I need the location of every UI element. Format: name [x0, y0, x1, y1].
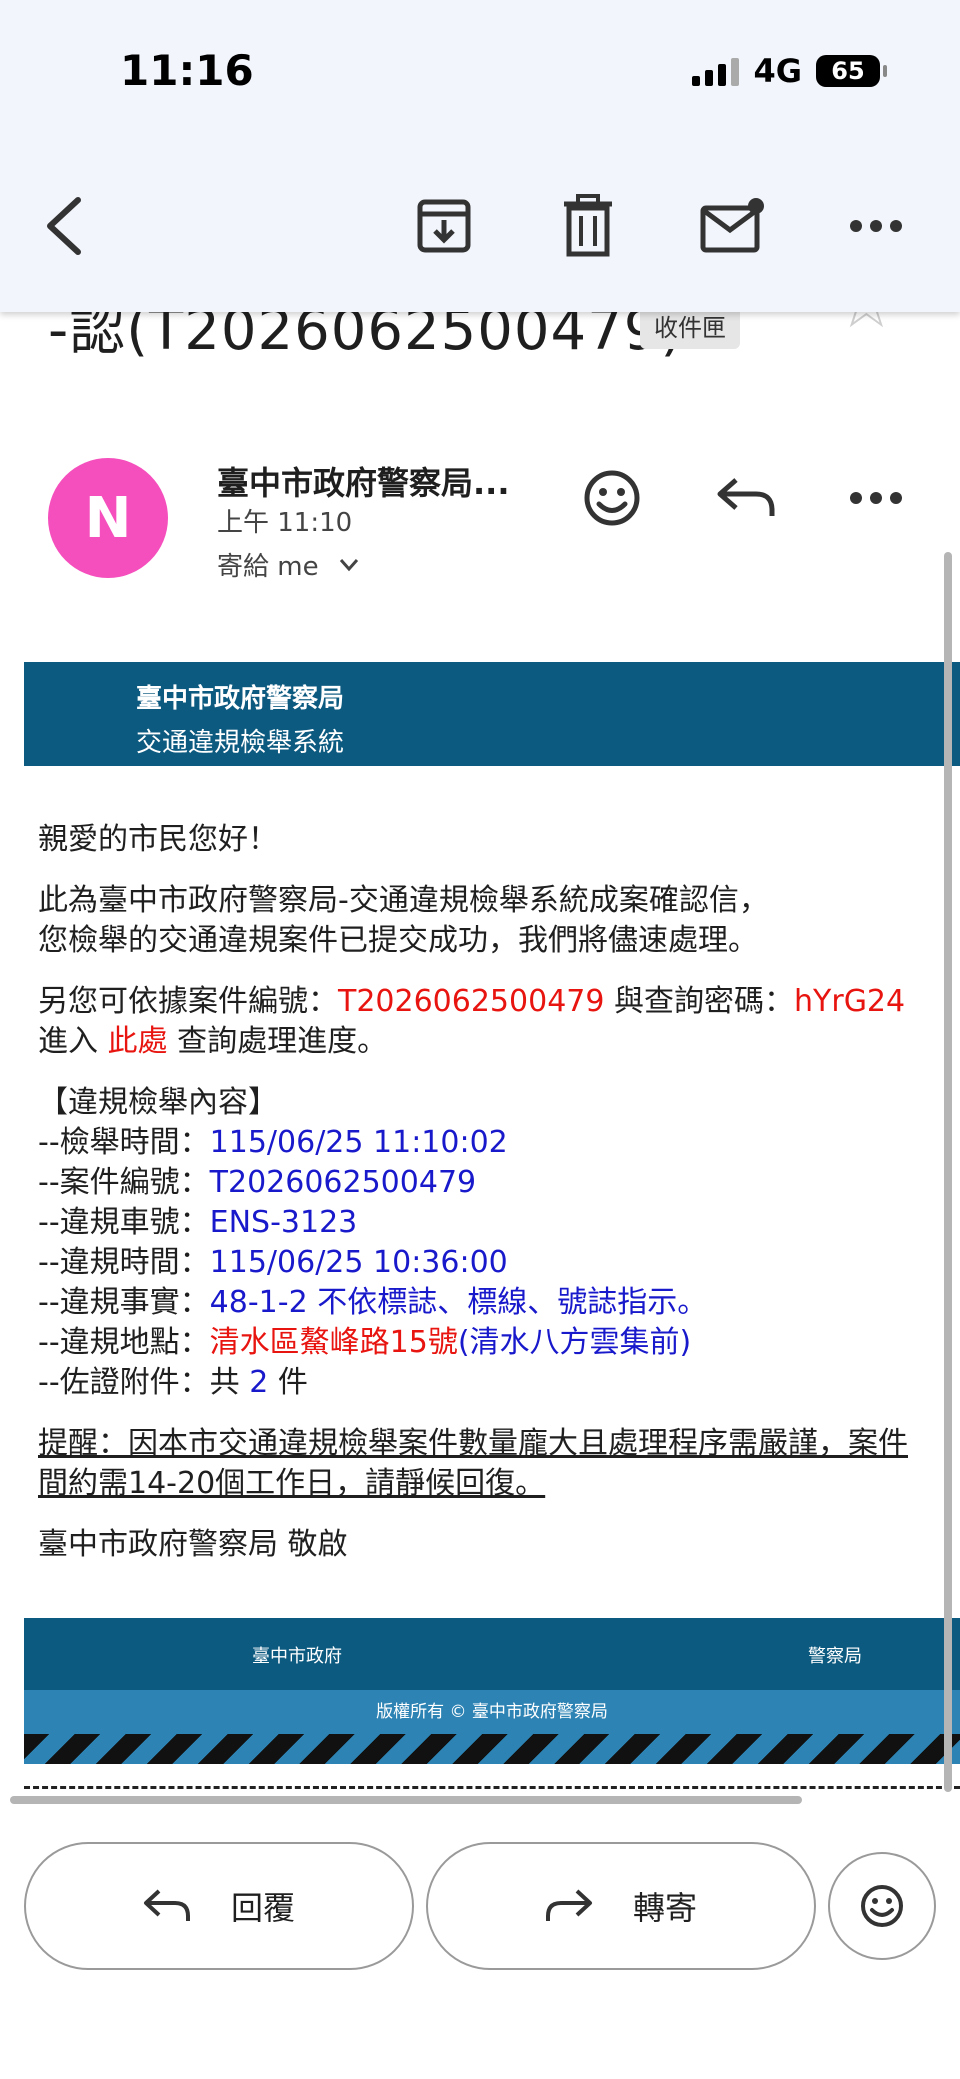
status-time: 11:16 [120, 46, 254, 95]
footer-right-link[interactable]: 警察局 [808, 1642, 862, 1668]
sender-avatar: N [48, 458, 168, 578]
dashed-divider [24, 1786, 960, 1789]
mail-footer: 臺中市政府 警察局 [24, 1618, 960, 1690]
violation-fact-value: 48-1-2 不依標誌、標線、號誌指示。 [209, 1285, 708, 1320]
reply-icon[interactable] [706, 458, 786, 538]
case-number-row: --案件編號：T2026062500479 [38, 1165, 477, 1200]
status-indicators: 4G 65 [692, 52, 887, 90]
violation-time-row: --違規時間：115/06/25 10:36:00 [38, 1245, 508, 1280]
network-type: 4G [753, 52, 802, 90]
message-more-icon[interactable] [836, 458, 916, 538]
location-row: --違規地點：清水區鰲峰路15號(清水八方雲集前) [38, 1325, 692, 1360]
recipient-toggle[interactable]: 寄給 me [217, 546, 359, 583]
reply-button[interactable]: 回覆 [24, 1842, 414, 1970]
plate-value: ENS-3123 [209, 1205, 358, 1240]
violation-time-value: 115/06/25 10:36:00 [209, 1245, 508, 1280]
battery-icon: 65 [816, 55, 887, 87]
intro-line-2: 您檢舉的交通違規案件已提交成功，我們將儘速處理。 [38, 923, 758, 958]
emoji-icon [861, 1885, 903, 1927]
reminder-line-1: 提醒：因本市交通違規檢舉案件數量龐大且處理程序需嚴謹，案件 [38, 1426, 908, 1461]
lookup-password: hYrG24 [794, 984, 906, 1019]
recipient-label: 寄給 me [217, 552, 319, 582]
case-number-value: T2026062500479 [209, 1165, 477, 1200]
footer-left-link[interactable]: 臺中市政府 [252, 1642, 342, 1668]
horizontal-scrollbar[interactable] [10, 1796, 802, 1804]
report-time-row: --檢舉時間：115/06/25 11:10:02 [38, 1125, 508, 1160]
back-arrow-icon[interactable] [30, 190, 102, 262]
more-icon[interactable] [840, 190, 912, 262]
intro-line-1: 此為臺中市政府警察局-交通違規檢舉系統成案確認信， [38, 883, 769, 918]
banner-org: 臺中市政府警察局 [136, 684, 345, 714]
sender-time: 上午 11:10 [217, 508, 353, 538]
lookup-case-number: T2026062500479 [338, 984, 605, 1019]
signoff: 臺中市政府警察局 敬啟 [38, 1527, 348, 1562]
attachment-count: 2 [249, 1365, 269, 1400]
copyright: 版權所有 © 臺中市政府警察局 [24, 1690, 960, 1734]
violation-fact-row: --違規事實：48-1-2 不依標誌、標線、號誌指示。 [38, 1285, 708, 1320]
banner-system: 交通違規檢舉系統 [136, 728, 345, 758]
enter-line: 進入 此處 查詢處理進度。 [38, 1024, 388, 1059]
location-address: 清水區鰲峰路15號 [209, 1325, 458, 1360]
mark-unread-icon[interactable] [696, 190, 768, 262]
reply-icon [143, 1889, 190, 1921]
section-title: 【違規檢舉內容】 [38, 1085, 278, 1120]
vertical-scrollbar[interactable] [944, 552, 952, 1792]
archive-icon[interactable] [408, 190, 480, 262]
attachment-row: --佐證附件：共 2 件 [38, 1365, 308, 1400]
mail-banner: 臺中市政府警察局 交通違規檢舉系統 [24, 662, 960, 766]
chevron-down-icon [339, 558, 358, 571]
emoji-button[interactable] [828, 1852, 936, 1960]
plate-row: --違規車號：ENS-3123 [38, 1205, 358, 1240]
top-bar: 11:16 4G 65 [0, 0, 960, 312]
forward-icon [545, 1889, 592, 1921]
forward-label: 轉寄 [632, 1889, 697, 1927]
reminder-line-2: 間約需14-20個工作日，請靜候回復。 [38, 1466, 546, 1501]
sender-name[interactable]: 臺中市政府警察局... [217, 458, 509, 504]
footer-stripes [24, 1734, 960, 1764]
forward-button[interactable]: 轉寄 [426, 1842, 816, 1970]
trash-icon[interactable] [552, 190, 624, 262]
greeting: 親愛的市民您好！ [38, 822, 278, 857]
signal-icon [692, 56, 740, 86]
progress-link[interactable]: 此處 [108, 1024, 168, 1059]
reply-label: 回覆 [230, 1889, 295, 1927]
emoji-react-icon[interactable] [572, 458, 652, 538]
location-landmark: (清水八方雲集前) [457, 1325, 692, 1360]
report-time-value: 115/06/25 11:10:02 [209, 1125, 508, 1160]
lookup-line: 另您可依據案件編號：T2026062500479 與查詢密碼：hYrG24 [38, 984, 906, 1019]
